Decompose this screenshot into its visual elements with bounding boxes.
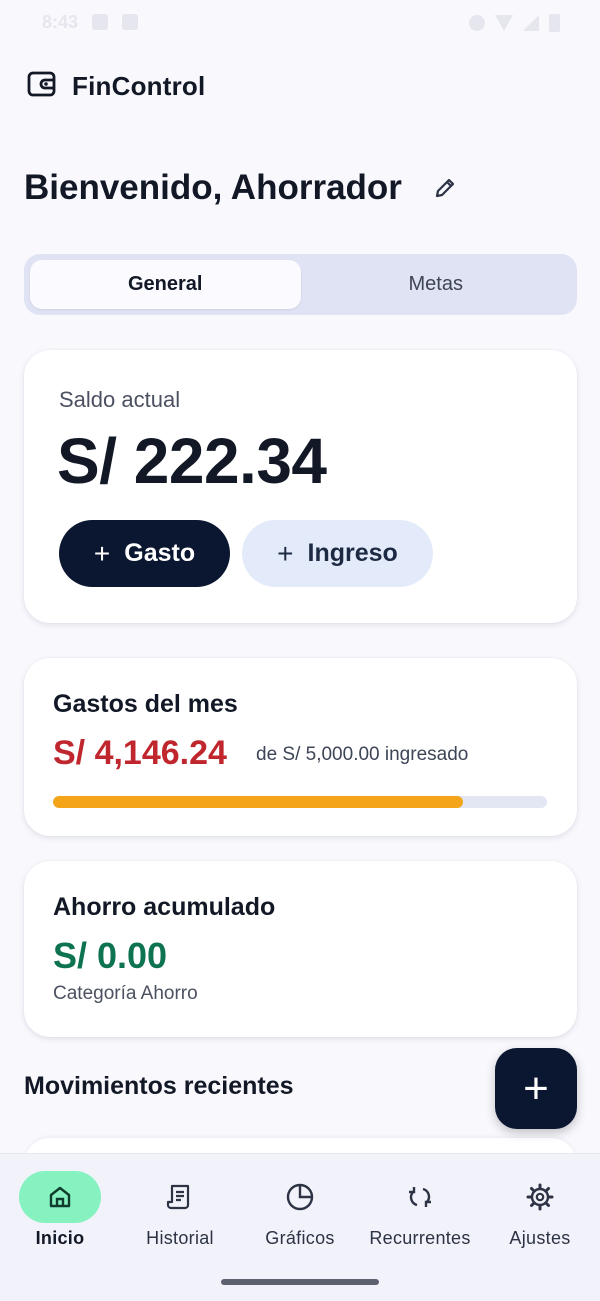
screen: 8:43 FinControl Bienvenido, Ahorrador Ge… (0, 0, 600, 1301)
plus-icon: + (277, 537, 294, 569)
add-transaction-fab[interactable]: + (495, 1048, 577, 1129)
wifi-icon (495, 15, 513, 31)
receipt-icon (166, 1184, 190, 1210)
balance-label: Saldo actual (59, 387, 181, 412)
add-expense-button[interactable]: + Gasto (59, 520, 230, 587)
plus-icon: + (523, 1063, 549, 1113)
welcome-heading: Bienvenido, Ahorrador (24, 168, 402, 207)
savings-title: Ahorro acumulado (53, 893, 276, 921)
repeat-icon (409, 1187, 431, 1207)
wallet-icon (26, 68, 58, 105)
nav-item-recurrentes[interactable]: Recurrentes (360, 1171, 480, 1249)
nav-item-inicio[interactable]: Inicio (0, 1171, 120, 1249)
app-header: FinControl (26, 68, 205, 105)
expenses-progress-bar (53, 796, 547, 808)
add-expense-label: Gasto (124, 539, 196, 567)
battery-icon (549, 14, 560, 32)
home-icon (49, 1186, 71, 1208)
nav-label-ajustes: Ajustes (509, 1228, 571, 1248)
savings-amount: S/ 0.00 (53, 935, 168, 976)
nav-item-historial[interactable]: Historial (120, 1171, 240, 1249)
nav-item-ajustes[interactable]: Ajustes (480, 1171, 600, 1249)
gear-icon (526, 1183, 554, 1211)
add-income-button[interactable]: + Ingreso (242, 520, 433, 587)
plus-icon: + (93, 537, 111, 569)
cloud-icon (122, 14, 138, 30)
nav-label-graficos: Gráficos (265, 1228, 335, 1248)
nav-label-recurrentes: Recurrentes (369, 1228, 471, 1248)
nav-item-graficos[interactable]: Gráficos (240, 1171, 360, 1249)
monthly-expenses-card[interactable]: Gastos del mes S/ 4,146.24 de S/ 5,000.0… (24, 658, 577, 836)
welcome-row: Bienvenido, Ahorrador (24, 168, 460, 208)
monthly-expenses-subtitle: de S/ 5,000.00 ingresado (256, 744, 469, 765)
balance-card: Saldo actual S/ 222.34 + Gasto + Ingreso (24, 350, 577, 623)
edit-name-button[interactable] (430, 173, 460, 203)
savings-subtitle: Categoría Ahorro (53, 983, 198, 1004)
signal-icon (523, 15, 539, 31)
nav-label-inicio: Inicio (35, 1228, 85, 1248)
pencil-icon (435, 178, 455, 198)
expenses-progress-fill (53, 796, 463, 808)
monthly-expenses-amount: S/ 4,146.24 (53, 734, 227, 772)
balance-value: S/ 222.34 (57, 425, 327, 497)
add-income-label: Ingreso (307, 539, 398, 567)
savings-card[interactable]: Ahorro acumulado S/ 0.00 Categoría Ahorr… (24, 861, 577, 1037)
sync-status-icon (469, 15, 485, 31)
nav-label-historial: Historial (146, 1228, 214, 1248)
app-title: FinControl (72, 71, 206, 101)
tab-general[interactable]: General (30, 260, 301, 309)
home-indicator[interactable] (221, 1279, 379, 1285)
segmented-tabs: General Metas (24, 254, 577, 315)
status-bar: 8:43 (0, 0, 600, 46)
notification-icon (92, 14, 108, 30)
monthly-expenses-title: Gastos del mes (53, 690, 238, 718)
recent-movements-heading: Movimientos recientes (24, 1072, 294, 1100)
pie-chart-icon (286, 1183, 314, 1211)
tab-metas[interactable]: Metas (301, 260, 572, 309)
status-time: 8:43 (42, 12, 79, 32)
